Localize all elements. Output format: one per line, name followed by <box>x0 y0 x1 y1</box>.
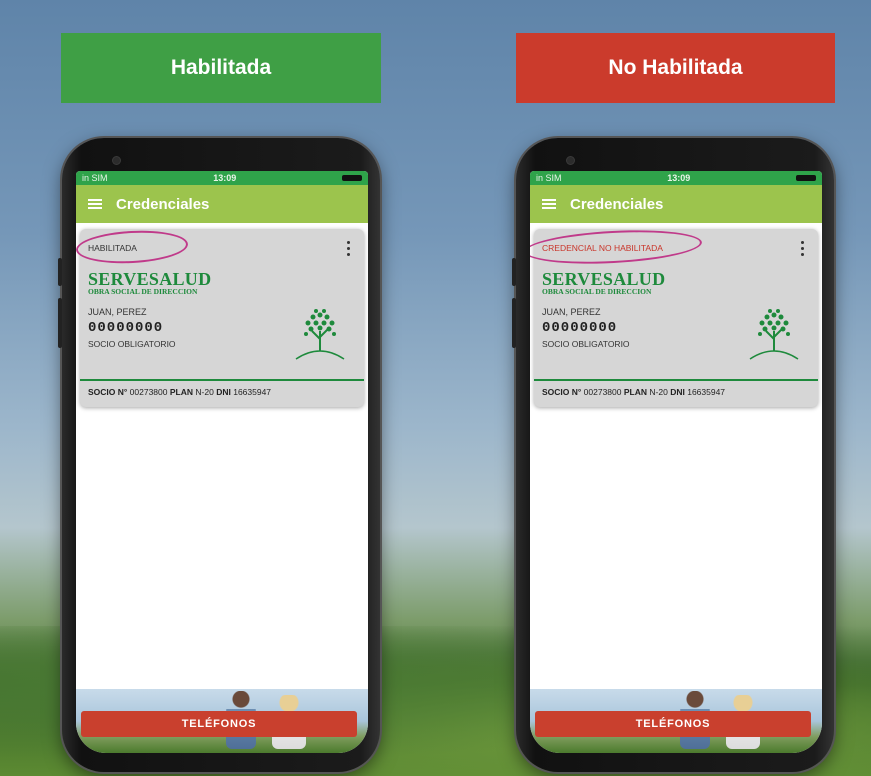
phone-disabled: in SIM 13:09 Credenciales CREDENCIAL NO … <box>512 138 834 772</box>
tree-logo-icon <box>295 309 345 360</box>
plan-value: N-20 <box>649 387 668 397</box>
member-name: JUAN, PEREZ <box>542 307 601 317</box>
member-number: 00000000 <box>542 320 618 336</box>
dni-value: 16635947 <box>233 387 272 397</box>
hamburger-icon[interactable] <box>542 199 556 209</box>
more-vert-icon[interactable] <box>347 241 350 256</box>
member-name: JUAN, PEREZ <box>88 307 147 317</box>
disabled-banner: No Habilitada <box>516 33 835 103</box>
member-type: SOCIO OBLIGATORIO <box>542 339 630 349</box>
carrier-label: in SIM <box>82 173 108 183</box>
card-footer: SOCIO N° 00273800 PLAN N-20 DNI 16635947 <box>88 387 271 397</box>
member-type: SOCIO OBLIGATORIO <box>88 339 176 349</box>
brand-subtitle: OBRA SOCIAL DE DIRECCION <box>88 287 198 296</box>
credential-card[interactable]: CREDENCIAL NO HABILITADA SERVESALUD OBRA… <box>530 226 818 407</box>
battery-icon <box>795 175 816 181</box>
battery-icon <box>341 175 362 181</box>
brand-subtitle: OBRA SOCIAL DE DIRECCION <box>542 287 652 296</box>
credential-state: CREDENCIAL NO HABILITADA <box>542 243 663 253</box>
socio-label: SOCIO N° <box>88 387 128 397</box>
carrier-label: in SIM <box>536 173 562 183</box>
socio-value: 00273800 <box>129 387 168 397</box>
tree-logo-icon <box>749 309 799 360</box>
dni-value: 16635947 <box>687 387 726 397</box>
volume-button <box>58 298 62 348</box>
credential-state: HABILITADA <box>88 243 137 253</box>
socio-value: 00273800 <box>583 387 622 397</box>
app-bar: Credenciales <box>76 185 368 223</box>
app-bar: Credenciales <box>530 185 822 223</box>
volume-button <box>512 258 516 286</box>
status-time: 13:09 <box>667 173 691 183</box>
credential-card[interactable]: HABILITADA SERVESALUD OBRA SOCIAL DE DIR… <box>76 228 364 407</box>
dni-label: DNI <box>216 387 231 397</box>
dni-label: DNI <box>670 387 685 397</box>
hamburger-icon[interactable] <box>88 199 102 209</box>
card-footer: SOCIO N° 00273800 PLAN N-20 DNI 16635947 <box>542 387 725 397</box>
enabled-banner: Habilitada <box>61 33 381 103</box>
card-divider <box>534 379 818 381</box>
member-number: 00000000 <box>88 320 164 336</box>
camera-icon <box>566 156 575 165</box>
page-title: Credenciales <box>570 195 664 213</box>
status-time: 13:09 <box>213 173 237 183</box>
phone-screen: in SIM 13:09 Credenciales CREDENCIAL NO … <box>530 171 822 753</box>
plan-label: PLAN <box>169 387 194 397</box>
socio-label: SOCIO N° <box>542 387 582 397</box>
phone-screen: in SIM 13:09 Credenciales HABILITADA SER… <box>76 171 368 753</box>
plan-value: N-20 <box>195 387 214 397</box>
status-bar: in SIM 13:09 <box>530 171 822 185</box>
more-vert-icon[interactable] <box>801 241 804 256</box>
page-title: Credenciales <box>116 195 210 213</box>
status-bar: in SIM 13:09 <box>76 171 368 185</box>
volume-button <box>512 298 516 348</box>
volume-button <box>58 258 62 286</box>
phones-button[interactable]: TELÉFONOS <box>535 711 811 737</box>
phone-enabled: in SIM 13:09 Credenciales HABILITADA SER… <box>58 138 380 772</box>
phones-button[interactable]: TELÉFONOS <box>81 711 357 737</box>
plan-label: PLAN <box>623 387 648 397</box>
card-divider <box>80 379 364 381</box>
camera-icon <box>112 156 121 165</box>
